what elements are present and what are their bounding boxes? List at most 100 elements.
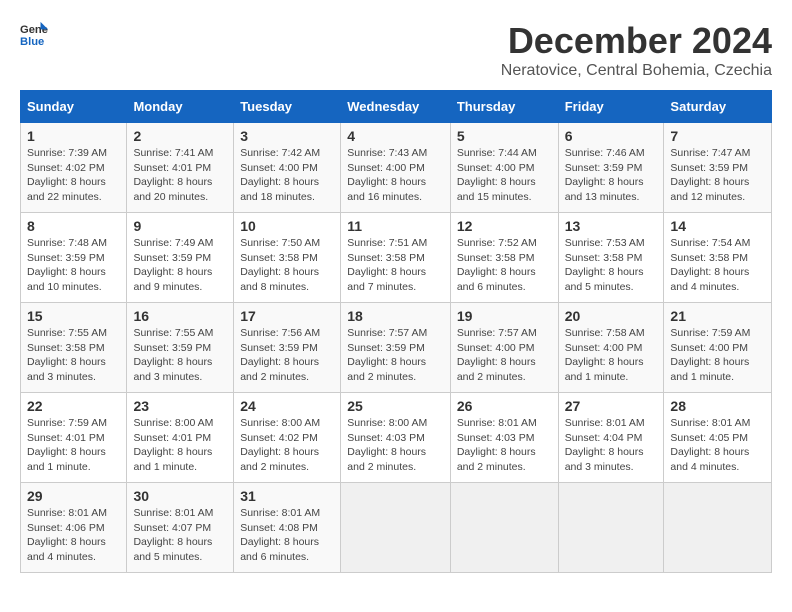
location-subtitle: Neratovice, Central Bohemia, Czechia [501, 62, 772, 80]
day-number: 20 [565, 308, 658, 324]
calendar-day-cell: 27 Sunrise: 8:01 AM Sunset: 4:04 PM Dayli… [558, 393, 664, 483]
calendar-day-cell: 30 Sunrise: 8:01 AM Sunset: 4:07 PM Dayli… [127, 483, 234, 573]
day-info: Sunrise: 7:39 AM Sunset: 4:02 PM Dayligh… [27, 146, 120, 205]
calendar-day-cell: 17Sunrise: 7:56 AM Sunset: 3:59 PM Dayli… [234, 303, 341, 393]
day-number: 18 [347, 308, 444, 324]
day-info: Sunrise: 8:01 AM Sunset: 4:06 PM Dayligh… [27, 506, 120, 565]
day-number: 14 [670, 218, 765, 234]
calendar-day-cell: 22 Sunrise: 7:59 AM Sunset: 4:01 PM Dayli… [21, 393, 127, 483]
day-info: Sunrise: 8:00 AM Sunset: 4:03 PM Dayligh… [347, 416, 444, 475]
calendar-header-row: SundayMondayTuesdayWednesdayThursdayFrid… [21, 91, 772, 123]
day-info: Sunrise: 8:01 AM Sunset: 4:04 PM Dayligh… [565, 416, 658, 475]
day-number: 4 [347, 128, 444, 144]
day-number: 16 [133, 308, 227, 324]
day-number: 7 [670, 128, 765, 144]
day-number: 5 [457, 128, 552, 144]
calendar-day-cell [558, 483, 664, 573]
day-number: 8 [27, 218, 120, 234]
day-info: Sunrise: 7:52 AM Sunset: 3:58 PM Dayligh… [457, 236, 552, 295]
day-number: 27 [565, 398, 658, 414]
column-header-saturday: Saturday [664, 91, 772, 123]
calendar-week-row: 1 Sunrise: 7:39 AM Sunset: 4:02 PM Daylig… [21, 123, 772, 213]
day-info: Sunrise: 7:55 AM Sunset: 3:58 PM Dayligh… [27, 326, 120, 385]
day-number: 26 [457, 398, 552, 414]
day-info: Sunrise: 7:59 AM Sunset: 4:00 PM Dayligh… [670, 326, 765, 385]
day-number: 30 [133, 488, 227, 504]
day-info: Sunrise: 7:42 AM Sunset: 4:00 PM Dayligh… [240, 146, 334, 205]
calendar-day-cell: 29 Sunrise: 8:01 AM Sunset: 4:06 PM Dayli… [21, 483, 127, 573]
day-info: Sunrise: 7:48 AM Sunset: 3:59 PM Dayligh… [27, 236, 120, 295]
calendar-day-cell: 4 Sunrise: 7:43 AM Sunset: 4:00 PM Daylig… [341, 123, 451, 213]
day-info: Sunrise: 7:58 AM Sunset: 4:00 PM Dayligh… [565, 326, 658, 385]
calendar-day-cell: 5 Sunrise: 7:44 AM Sunset: 4:00 PM Daylig… [450, 123, 558, 213]
day-info: Sunrise: 7:43 AM Sunset: 4:00 PM Dayligh… [347, 146, 444, 205]
calendar-day-cell: 20 Sunrise: 7:58 AM Sunset: 4:00 PM Dayli… [558, 303, 664, 393]
month-title: December 2024 [501, 20, 772, 62]
calendar-day-cell: 8 Sunrise: 7:48 AM Sunset: 3:59 PM Daylig… [21, 213, 127, 303]
day-number: 9 [133, 218, 227, 234]
calendar-day-cell [341, 483, 451, 573]
day-info: Sunrise: 7:56 AM Sunset: 3:59 PM Dayligh… [240, 326, 334, 385]
day-info: Sunrise: 7:54 AM Sunset: 3:58 PM Dayligh… [670, 236, 765, 295]
svg-text:Blue: Blue [20, 36, 44, 48]
calendar-day-cell: 11 Sunrise: 7:51 AM Sunset: 3:58 PM Dayli… [341, 213, 451, 303]
day-number: 31 [240, 488, 334, 504]
day-info: Sunrise: 8:00 AM Sunset: 4:02 PM Dayligh… [240, 416, 334, 475]
page-header: General Blue December 2024 Neratovice, C… [20, 20, 772, 80]
calendar-day-cell: 9 Sunrise: 7:49 AM Sunset: 3:59 PM Daylig… [127, 213, 234, 303]
day-number: 2 [133, 128, 227, 144]
calendar-day-cell: 23Sunrise: 8:00 AM Sunset: 4:01 PM Dayli… [127, 393, 234, 483]
day-number: 15 [27, 308, 120, 324]
day-info: Sunrise: 7:53 AM Sunset: 3:58 PM Dayligh… [565, 236, 658, 295]
day-info: Sunrise: 7:51 AM Sunset: 3:58 PM Dayligh… [347, 236, 444, 295]
calendar-day-cell: 21 Sunrise: 7:59 AM Sunset: 4:00 PM Dayli… [664, 303, 772, 393]
day-info: Sunrise: 8:01 AM Sunset: 4:07 PM Dayligh… [133, 506, 227, 565]
day-info: Sunrise: 7:44 AM Sunset: 4:00 PM Dayligh… [457, 146, 552, 205]
calendar-week-row: 8 Sunrise: 7:48 AM Sunset: 3:59 PM Daylig… [21, 213, 772, 303]
day-info: Sunrise: 8:01 AM Sunset: 4:03 PM Dayligh… [457, 416, 552, 475]
day-number: 29 [27, 488, 120, 504]
day-number: 12 [457, 218, 552, 234]
calendar-day-cell: 7 Sunrise: 7:47 AM Sunset: 3:59 PM Daylig… [664, 123, 772, 213]
day-info: Sunrise: 8:00 AM Sunset: 4:01 PM Dayligh… [133, 416, 227, 475]
day-info: Sunrise: 7:55 AM Sunset: 3:59 PM Dayligh… [133, 326, 227, 385]
calendar-week-row: 29 Sunrise: 8:01 AM Sunset: 4:06 PM Dayli… [21, 483, 772, 573]
calendar-day-cell: 10 Sunrise: 7:50 AM Sunset: 3:58 PM Dayli… [234, 213, 341, 303]
day-info: Sunrise: 8:01 AM Sunset: 4:08 PM Dayligh… [240, 506, 334, 565]
day-number: 22 [27, 398, 120, 414]
day-number: 19 [457, 308, 552, 324]
logo: General Blue [20, 20, 48, 48]
day-info: Sunrise: 8:01 AM Sunset: 4:05 PM Dayligh… [670, 416, 765, 475]
day-number: 3 [240, 128, 334, 144]
day-info: Sunrise: 7:57 AM Sunset: 3:59 PM Dayligh… [347, 326, 444, 385]
day-info: Sunrise: 7:50 AM Sunset: 3:58 PM Dayligh… [240, 236, 334, 295]
calendar-day-cell: 31 Sunrise: 8:01 AM Sunset: 4:08 PM Dayli… [234, 483, 341, 573]
calendar-day-cell: 12 Sunrise: 7:52 AM Sunset: 3:58 PM Dayli… [450, 213, 558, 303]
day-info: Sunrise: 7:57 AM Sunset: 4:00 PM Dayligh… [457, 326, 552, 385]
calendar-day-cell [450, 483, 558, 573]
calendar-day-cell: 28Sunrise: 8:01 AM Sunset: 4:05 PM Dayli… [664, 393, 772, 483]
calendar-day-cell: 16 Sunrise: 7:55 AM Sunset: 3:59 PM Dayli… [127, 303, 234, 393]
day-info: Sunrise: 7:47 AM Sunset: 3:59 PM Dayligh… [670, 146, 765, 205]
calendar-table: SundayMondayTuesdayWednesdayThursdayFrid… [20, 90, 772, 573]
day-info: Sunrise: 7:49 AM Sunset: 3:59 PM Dayligh… [133, 236, 227, 295]
day-number: 13 [565, 218, 658, 234]
calendar-day-cell: 2Sunrise: 7:41 AM Sunset: 4:01 PM Daylig… [127, 123, 234, 213]
day-number: 1 [27, 128, 120, 144]
column-header-thursday: Thursday [450, 91, 558, 123]
day-number: 11 [347, 218, 444, 234]
calendar-day-cell: 26 Sunrise: 8:01 AM Sunset: 4:03 PM Dayli… [450, 393, 558, 483]
day-info: Sunrise: 7:59 AM Sunset: 4:01 PM Dayligh… [27, 416, 120, 475]
day-number: 6 [565, 128, 658, 144]
day-number: 25 [347, 398, 444, 414]
calendar-day-cell [664, 483, 772, 573]
calendar-day-cell: 19 Sunrise: 7:57 AM Sunset: 4:00 PM Dayli… [450, 303, 558, 393]
logo-icon: General Blue [20, 20, 48, 48]
day-number: 21 [670, 308, 765, 324]
calendar-day-cell: 14 Sunrise: 7:54 AM Sunset: 3:58 PM Dayli… [664, 213, 772, 303]
column-header-friday: Friday [558, 91, 664, 123]
column-header-wednesday: Wednesday [341, 91, 451, 123]
column-header-tuesday: Tuesday [234, 91, 341, 123]
calendar-day-cell: 18 Sunrise: 7:57 AM Sunset: 3:59 PM Dayli… [341, 303, 451, 393]
day-number: 10 [240, 218, 334, 234]
